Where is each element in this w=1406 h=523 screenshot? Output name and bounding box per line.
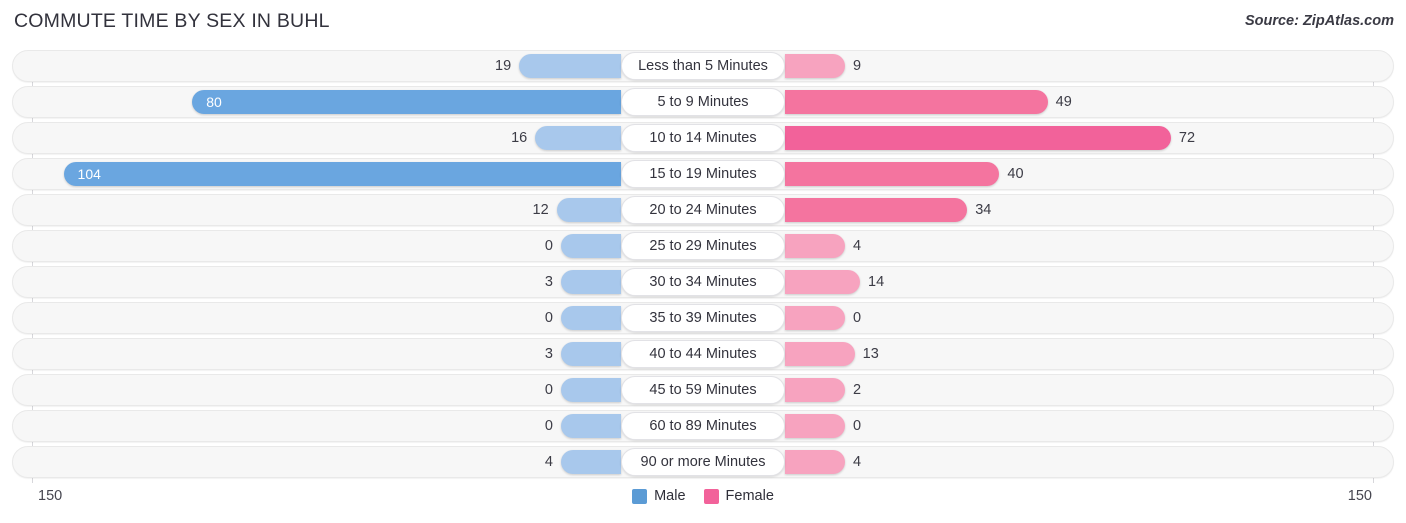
bar-female[interactable] [785,378,845,402]
row-bars: 4 4 90 or more Minutes [0,446,1406,478]
bar-female[interactable] [785,54,845,78]
bar-female[interactable] [785,162,1000,186]
row-bars: 3 13 40 to 44 Minutes [0,338,1406,370]
value-label-female: 72 [1178,130,1196,146]
chart-plot-area: 19 9 Less than 5 Minutes 80 49 5 to 9 Minutes… [0,50,1406,485]
chart-page: COMMUTE TIME BY SEX IN BUHL Source: ZipA… [0,0,1406,523]
category-label: 90 or more Minutes [621,448,785,476]
legend-swatch-icon [632,488,648,504]
chart-row: 80 49 5 to 9 Minutes [0,86,1406,118]
value-label-male: 0 [544,238,553,254]
bar-male[interactable] [561,270,621,294]
bar-male[interactable] [561,306,621,330]
category-label: 10 to 14 Minutes [621,124,785,152]
value-label-male: 19 [495,58,512,74]
value-label-male: 0 [544,382,553,398]
value-label-male: 104 [77,166,101,182]
category-label: 20 to 24 Minutes [621,196,785,224]
row-bars: 104 40 15 to 19 Minutes [0,158,1406,190]
value-label-female: 9 [853,58,862,74]
legend-item-male[interactable]: Male [632,488,686,504]
chart-row: 16 72 10 to 14 Minutes [0,122,1406,154]
value-label-female: 34 [975,202,992,218]
value-label-female: 0 [853,310,862,326]
value-label-female: 14 [868,274,885,290]
value-label-male: 0 [544,418,553,434]
legend-label: Male [654,488,686,504]
bar-female[interactable] [785,306,845,330]
legend-label: Female [725,488,774,504]
row-bars: 0 4 25 to 29 Minutes [0,230,1406,262]
bar-female[interactable] [785,414,845,438]
value-label-male: 16 [511,130,528,146]
value-label-male: 4 [544,454,553,470]
value-label-male: 0 [544,310,553,326]
chart-row: 0 0 60 to 89 Minutes [0,410,1406,442]
value-label-female: 2 [853,382,862,398]
chart-row: 0 0 35 to 39 Minutes [0,302,1406,334]
category-label: 60 to 89 Minutes [621,412,785,440]
bar-female[interactable] [785,234,845,258]
row-bars: 12 34 20 to 24 Minutes [0,194,1406,226]
bar-male[interactable] [561,378,621,402]
bar-female[interactable] [785,90,1048,114]
chart-row: 4 4 90 or more Minutes [0,446,1406,478]
category-label: 25 to 29 Minutes [621,232,785,260]
row-bars: 19 9 Less than 5 Minutes [0,50,1406,82]
row-bars: 0 0 35 to 39 Minutes [0,302,1406,334]
value-label-male: 3 [544,274,553,290]
bar-female[interactable] [785,126,1171,150]
row-bars: 0 2 45 to 59 Minutes [0,374,1406,406]
value-label-male: 3 [544,346,553,362]
category-label: Less than 5 Minutes [621,52,785,80]
row-bars: 0 0 60 to 89 Minutes [0,410,1406,442]
bar-male[interactable] [535,126,621,150]
bar-male[interactable] [519,54,621,78]
chart-row: 19 9 Less than 5 Minutes [0,50,1406,82]
value-label-male: 12 [532,202,549,218]
chart-row: 104 40 15 to 19 Minutes [0,158,1406,190]
bar-male[interactable] [556,198,621,222]
bar-male[interactable] [561,342,621,366]
chart-row: 12 34 20 to 24 Minutes [0,194,1406,226]
value-label-female: 49 [1055,94,1072,110]
row-bars: 80 49 5 to 9 Minutes [0,86,1406,118]
bar-female[interactable] [785,270,861,294]
value-label-male: 80 [206,94,222,110]
chart-row: 3 14 30 to 34 Minutes [0,266,1406,298]
legend-swatch-icon [703,488,719,504]
row-bars: 3 14 30 to 34 Minutes [0,266,1406,298]
category-label: 35 to 39 Minutes [621,304,785,332]
legend-item-female[interactable]: Female [703,488,774,504]
chart-row: 3 13 40 to 44 Minutes [0,338,1406,370]
chart-footer: 150 150 Male Female [0,485,1406,523]
chart-legend: Male Female [0,488,1406,504]
chart-row: 0 4 25 to 29 Minutes [0,230,1406,262]
bar-female[interactable] [785,450,845,474]
value-label-female: 4 [853,454,862,470]
value-label-female: 4 [853,238,862,254]
row-bars: 16 72 10 to 14 Minutes [0,122,1406,154]
category-label: 5 to 9 Minutes [621,88,785,116]
category-label: 15 to 19 Minutes [621,160,785,188]
bar-female[interactable] [785,342,855,366]
chart-row: 0 2 45 to 59 Minutes [0,374,1406,406]
value-label-female: 13 [862,346,879,362]
bar-female[interactable] [785,198,968,222]
bar-male[interactable] [561,234,621,258]
bar-male[interactable] [63,162,621,186]
page-title: COMMUTE TIME BY SEX IN BUHL [14,10,330,32]
category-label: 45 to 59 Minutes [621,376,785,404]
bar-male[interactable] [561,414,621,438]
bar-male[interactable] [561,450,621,474]
source-attribution: Source: ZipAtlas.com [1244,13,1394,29]
bar-male[interactable] [192,90,621,114]
category-label: 40 to 44 Minutes [621,340,785,368]
value-label-female: 40 [1007,166,1024,182]
category-label: 30 to 34 Minutes [621,268,785,296]
value-label-female: 0 [853,418,862,434]
